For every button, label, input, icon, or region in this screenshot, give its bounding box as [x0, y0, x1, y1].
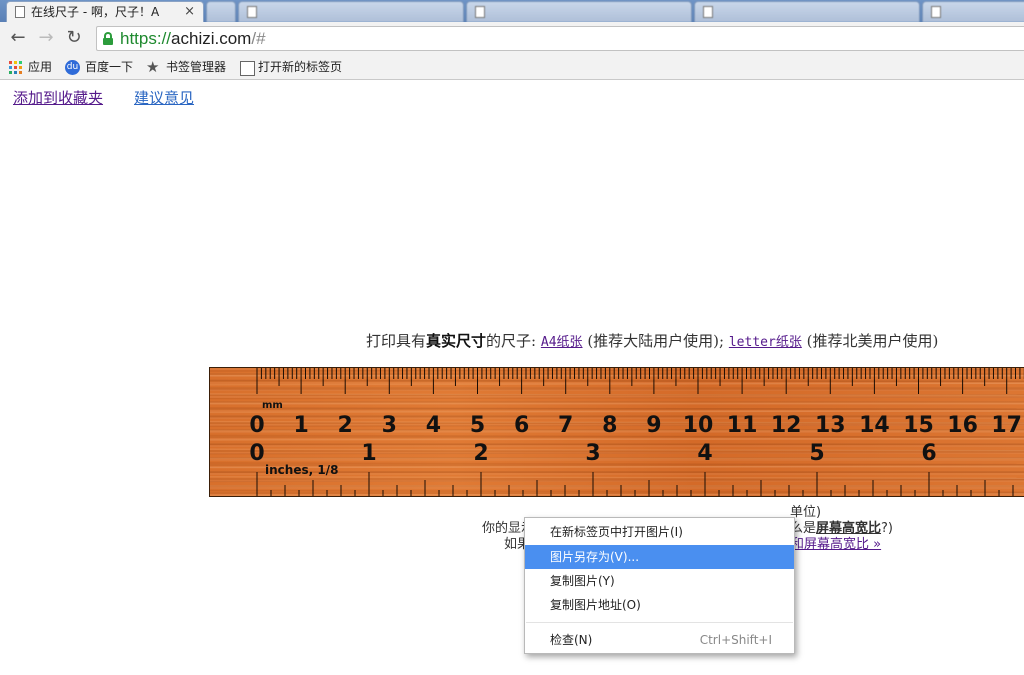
mm-label: 4 [426, 413, 441, 438]
mm-label: 10 [683, 413, 714, 438]
mm-label: 6 [514, 413, 529, 438]
tab-favicon-icon [703, 6, 713, 18]
url-text[interactable]: https://achizi.com/# [120, 28, 266, 50]
ctx-save-image-as[interactable]: 图片另存为(V)... [525, 545, 794, 569]
bookmark-label: 书签管理器 [166, 60, 227, 74]
aspect-ratio-link[interactable]: 和屏幕高宽比 » [791, 533, 881, 552]
wood-grain [210, 396, 1024, 400]
bookmarks-bar: 应用 du 百度一下 ★ 书签管理器 打开新的标签页 [0, 55, 1024, 80]
print-prefix: 打印具有 [366, 332, 427, 350]
mm-label: 16 [947, 413, 978, 438]
mm-label: 2 [338, 413, 353, 438]
context-menu: 在新标签页中打开图片(I) 图片另存为(V)... 复制图片(Y) 复制图片地址… [524, 517, 795, 654]
ctx-inspect[interactable]: 检查(N) Ctrl+Shift+I [525, 628, 794, 652]
page-content: 添加到收藏夹 建议意见 打印具有真实尺寸的尺子: A4纸张 (推荐大陆用户使用)… [0, 81, 1024, 675]
mm-label: 3 [382, 413, 397, 438]
mm-label: 9 [646, 413, 661, 438]
wood-grain [210, 393, 1024, 397]
tab-close-icon[interactable]: × [184, 2, 195, 22]
tab-new-placeholder[interactable] [206, 1, 236, 22]
wood-grain [210, 476, 1024, 479]
ctx-inspect-shortcut: Ctrl+Shift+I [699, 633, 772, 647]
tab-active[interactable]: 在线尺子 - 啊，尺子！A × [6, 1, 204, 22]
star-icon: ★ [146, 58, 160, 76]
wood-grain [210, 479, 1024, 483]
wood-grain [210, 451, 1024, 455]
mm-label: 13 [815, 413, 846, 438]
bookmark-baidu[interactable]: du 百度一下 [65, 59, 133, 76]
ruler-graphic: 0 1 2 3 4 5 6 7 8 9 10 11 12 13 14 15 16 17mm0 1 2 3 4 5 6inche… [210, 368, 1024, 496]
feedback-link[interactable]: 建议意见 [134, 87, 194, 108]
inch-label: 4 [697, 441, 712, 466]
forward-arrow-icon[interactable]: → [34, 27, 58, 49]
wood-grain [210, 379, 1024, 383]
bookmark-label: 打开新的标签页 [258, 60, 343, 74]
wood-grain [210, 437, 1024, 441]
tab-favicon-icon [475, 6, 485, 18]
address-bar[interactable]: https://achizi.com/# [96, 26, 1024, 51]
wood-grain [210, 493, 1024, 496]
mm-label: 15 [903, 413, 934, 438]
a4-paper-link[interactable]: A4纸张 [541, 335, 583, 350]
mm-label: 1 [293, 413, 308, 438]
tab-favicon-icon [931, 6, 941, 18]
tab-strip: 在线尺子 - 啊，尺子！A × [0, 0, 1024, 22]
mm-label: 14 [859, 413, 890, 438]
reload-icon[interactable]: ↻ [62, 27, 86, 49]
ctx-copy-image-address[interactable]: 复制图片地址(O) [525, 593, 794, 617]
back-arrow-icon[interactable]: ← [6, 27, 30, 49]
print-ruler-line: 打印具有真实尺寸的尺子: A4纸张 (推荐大陆用户使用); letter纸张 (… [366, 330, 1024, 351]
ctx-inspect-label: 检查(N) [550, 633, 593, 647]
inch-label: 6 [921, 441, 936, 466]
wood-grain [210, 448, 1024, 452]
ctx-copy-image[interactable]: 复制图片(Y) [525, 569, 794, 593]
mm-label: 7 [558, 413, 573, 438]
tab-favicon-icon [247, 6, 257, 18]
wood-grain [210, 489, 1024, 493]
apps-grid-icon [8, 60, 23, 75]
tab-background-2[interactable] [466, 1, 692, 22]
mm-label: 17 [991, 413, 1022, 438]
letter-note: (推荐北美用户使用) [806, 332, 939, 350]
bookmark-new-tab[interactable]: 打开新的标签页 [238, 59, 342, 76]
print-mid: 的尺子: [486, 332, 537, 350]
page-icon [240, 61, 255, 76]
inch-label: 1 [361, 441, 376, 466]
inch-label: 2 [473, 441, 488, 466]
ctx-open-image-new-tab[interactable]: 在新标签页中打开图片(I) [525, 520, 794, 544]
mm-label: 8 [602, 413, 617, 438]
mm-unit-label: mm [262, 400, 283, 411]
baidu-paw-icon: du [65, 60, 80, 75]
inch-label: 0 [249, 441, 264, 466]
bookmark-label: 应用 [28, 60, 53, 74]
bookmark-apps[interactable]: 应用 [8, 59, 52, 76]
tab-title: 在线尺子 - 啊，尺子！A [31, 5, 160, 19]
mm-label: 11 [727, 413, 758, 438]
ruler-image[interactable]: 0 1 2 3 4 5 6 7 8 9 10 11 12 13 14 15 16 17 mm 0 1 2 3 4 5 6 inche… [209, 367, 1024, 497]
wood-grain [210, 407, 1024, 410]
bookmark-label: 百度一下 [85, 60, 134, 74]
inch-label: 3 [585, 441, 600, 466]
mm-label: 5 [470, 413, 485, 438]
browser-toolbar: ← → ↻ https://achizi.com/# [0, 22, 1024, 55]
mm-label: 12 [771, 413, 802, 438]
wood-grain [210, 382, 1024, 386]
secure-lock-icon[interactable] [103, 32, 113, 45]
mm-label: 0 [249, 413, 264, 438]
tab-background-1[interactable] [238, 1, 464, 22]
page-favicon-icon [15, 6, 25, 18]
tab-background-4[interactable] [922, 1, 1024, 22]
a4-note: (推荐大陆用户使用); [587, 332, 725, 350]
inch-label: 5 [809, 441, 824, 466]
add-to-favorites-link[interactable]: 添加到收藏夹 [13, 87, 103, 108]
ctx-separator [526, 622, 793, 623]
inch-unit-label: inches, 1/8 [265, 463, 338, 477]
tab-background-3[interactable] [694, 1, 920, 22]
letter-paper-link[interactable]: letter纸张 [729, 335, 802, 350]
bookmark-manager[interactable]: ★ 书签管理器 [146, 59, 226, 76]
print-bold: 真实尺寸 [426, 332, 487, 350]
